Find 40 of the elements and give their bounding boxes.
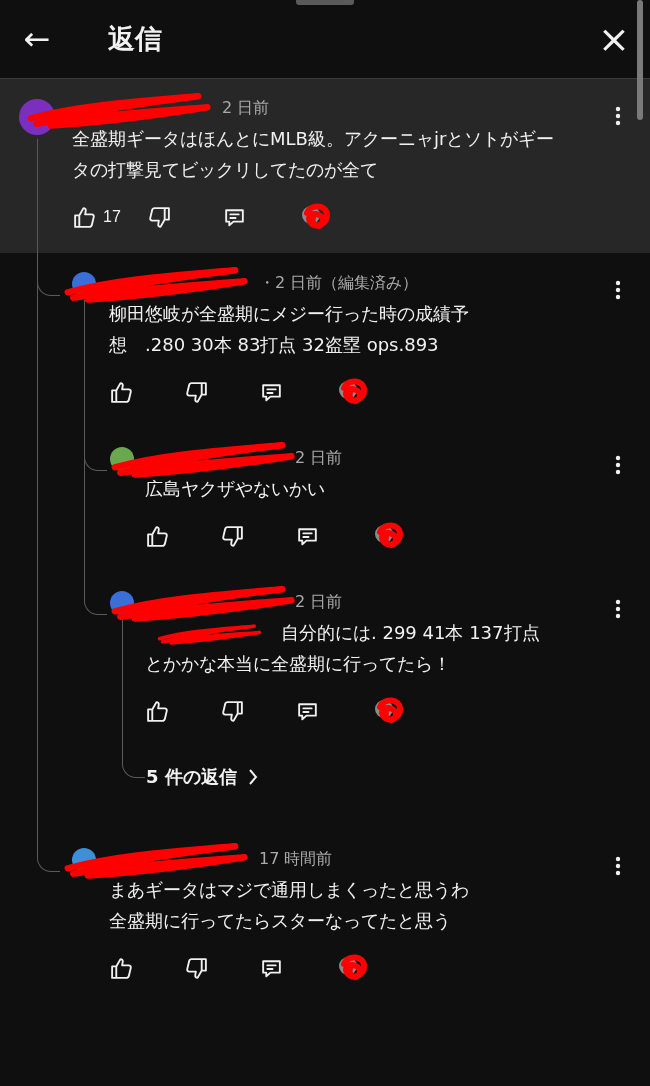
thumbs-up-icon [145, 523, 170, 549]
thumbs-down-icon [147, 204, 172, 230]
more-options-icon [615, 280, 621, 300]
thumbs-down-icon [184, 379, 209, 405]
comment-meta: 17 時間前 [258, 848, 334, 870]
more-options-button[interactable] [614, 454, 622, 476]
comment-text: 柳田悠岐が全盛期にメジー行った時の成績予想 .280 30本 83打点 32盗塁 ops.893 [109, 302, 470, 357]
close-button[interactable]: × [594, 19, 634, 59]
thumbs-down-icon [220, 698, 245, 724]
chevron-right-icon [246, 768, 259, 786]
more-replies-link[interactable]: 5 件の返信 [146, 759, 263, 795]
thumbs-up-icon [72, 204, 97, 230]
comment-meta: 2 日前 [294, 447, 344, 469]
thumbs-up-icon [109, 955, 134, 981]
comment-text: 自分的には. 299 41本 137打点とかかな本当に全盛期に行ってたら！ [145, 620, 541, 676]
thumbs-down-icon [220, 523, 245, 549]
back-button[interactable]: ← [14, 19, 60, 59]
comment-text: 広島ヤクザやないかい [145, 477, 326, 501]
scrollbar[interactable] [637, 0, 643, 120]
thumbs-down-icon [184, 955, 209, 981]
more-options-icon [615, 856, 621, 876]
like-count: 17 [103, 208, 121, 226]
more-options-button[interactable] [614, 279, 622, 301]
drag-handle[interactable] [296, 0, 354, 5]
more-options-button[interactable] [614, 105, 622, 127]
comment-text: まあギータはマジで通用しまくったと思うわ [109, 878, 470, 902]
comment-meta: 2 日前 [221, 97, 271, 119]
comment-text: 全盛期ギータはほんとにMLB級。アクーニャjrとソトがギータの打撃見てビックリしてたのが全て [72, 127, 556, 182]
more-options-button[interactable] [614, 855, 622, 877]
comment-text: 全盛期に行ってたらスターなってたと思う [109, 909, 452, 933]
comment-meta: 2 日前 [294, 591, 344, 613]
more-options-icon [615, 599, 621, 619]
more-options-button[interactable] [614, 598, 622, 620]
thumbs-up-icon [109, 379, 134, 405]
more-options-icon [615, 455, 621, 475]
panel-title: 返信 [108, 22, 162, 56]
thumbs-up-icon [145, 698, 170, 724]
more-options-icon [615, 106, 621, 126]
comment-meta: ・2 日前（編集済み） [258, 272, 420, 294]
like-button[interactable]: 17 [72, 197, 147, 237]
